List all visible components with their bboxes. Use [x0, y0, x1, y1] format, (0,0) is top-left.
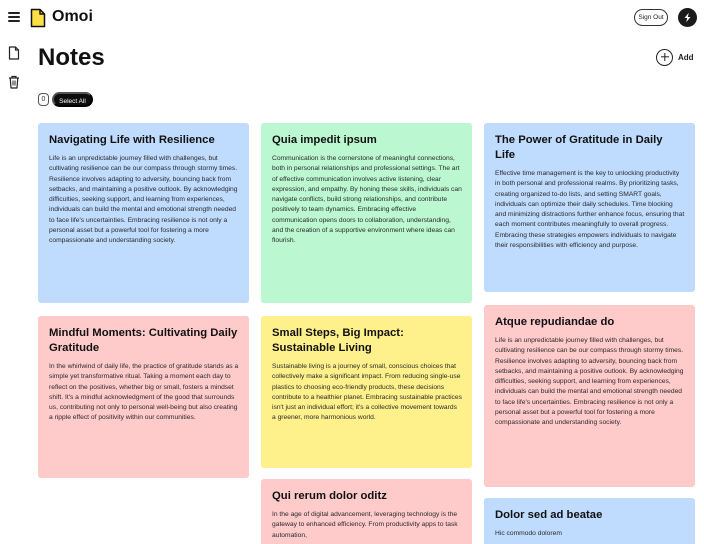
- note-card[interactable]: Quia impedit ipsum Communication is the …: [261, 123, 472, 303]
- note-body: In the whirlwind of daily life, the prac…: [49, 363, 239, 422]
- note-body: Communication is the cornerstone of mean…: [272, 155, 462, 245]
- note-card[interactable]: The Power of Gratitude in Daily Life Eff…: [484, 123, 695, 292]
- note-title: Qui rerum dolor oditz: [272, 490, 387, 502]
- note-body: Sustainable living is a journey of small…: [272, 363, 462, 422]
- select-all-button[interactable]: Select All: [52, 92, 93, 107]
- note-logo-icon: [30, 8, 46, 28]
- note-title: Navigating Life with Resilience: [49, 134, 215, 146]
- note-title: Quia impedit ipsum: [272, 134, 377, 146]
- menu-icon[interactable]: [8, 12, 20, 23]
- plus-circle-icon: [656, 48, 673, 66]
- app-title: Omoi: [52, 8, 93, 25]
- note-title: The Power of Gratitude in Daily Life: [495, 134, 663, 161]
- note-body: In the age of digital advancement, lever…: [272, 511, 458, 539]
- page-title: Notes: [38, 44, 105, 71]
- sign-out-button[interactable]: Sign Out: [634, 9, 668, 26]
- note-card[interactable]: Dolor sed ad beatae Hic commodo dolorem: [484, 498, 695, 544]
- note-card[interactable]: Navigating Life with Resilience Life is …: [38, 123, 249, 303]
- bolt-icon: [684, 12, 691, 23]
- note-card[interactable]: Mindful Moments: Cultivating Daily Grati…: [38, 316, 249, 478]
- note-body: Life is an unpredictable journey filled …: [49, 155, 238, 245]
- note-body: Life is an unpredictable journey filled …: [495, 337, 684, 427]
- note-title: Small Steps, Big Impact: Sustainable Liv…: [272, 327, 404, 354]
- theme-toggle-button[interactable]: [678, 8, 697, 27]
- add-label: Add: [678, 52, 694, 62]
- note-body: Effective time management is the key to …: [495, 170, 685, 250]
- note-card[interactable]: Atque repudiandae do Life is an unpredic…: [484, 305, 695, 487]
- top-bar: Omoi Sign Out: [0, 0, 704, 36]
- add-note-button[interactable]: Add: [656, 48, 694, 66]
- note-body: Hic commodo dolorem: [495, 530, 562, 537]
- document-icon[interactable]: [8, 46, 20, 60]
- note-card[interactable]: Small Steps, Big Impact: Sustainable Liv…: [261, 316, 472, 468]
- note-card[interactable]: Qui rerum dolor oditz In the age of digi…: [261, 479, 472, 544]
- note-title: Dolor sed ad beatae: [495, 509, 603, 521]
- selected-count: 0: [38, 93, 49, 106]
- trash-icon[interactable]: [8, 75, 20, 89]
- note-title: Atque repudiandae do: [495, 316, 615, 328]
- note-title: Mindful Moments: Cultivating Daily Grati…: [49, 327, 238, 354]
